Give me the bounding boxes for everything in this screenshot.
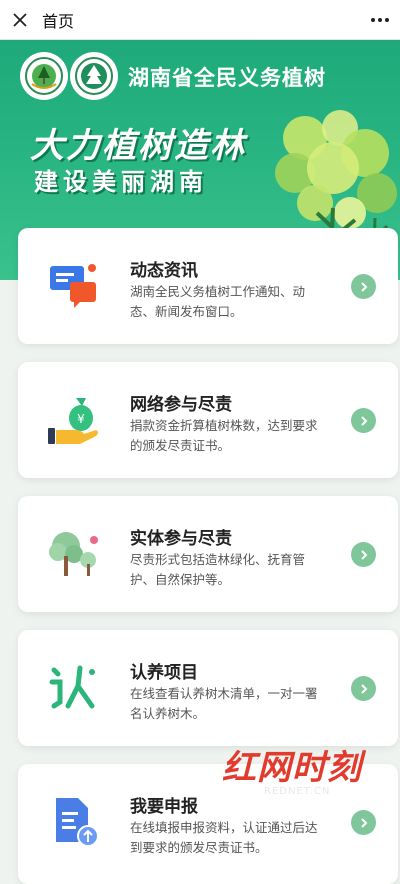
- card-title: 我要申报: [130, 797, 198, 817]
- forestry-logo: [22, 54, 66, 98]
- chevron-right-icon[interactable]: [351, 274, 376, 299]
- top-bar: 首页: [0, 0, 400, 40]
- watermark-text: 红网时刻: [222, 748, 362, 788]
- card-title: 动态资讯: [130, 261, 198, 281]
- svg-text:¥: ¥: [77, 412, 85, 426]
- chevron-right-icon[interactable]: [351, 676, 376, 701]
- trees-icon: [44, 524, 104, 584]
- adopt-character-icon: [44, 658, 104, 718]
- page-title: 首页: [42, 11, 75, 31]
- card-desc: 尽责形式包括造林绿化、抚育管护、自然保护等。: [130, 552, 306, 587]
- card-desc: 捐款资金折算植树株数，达到要求的颁发尽责证书。: [130, 418, 318, 453]
- watermark-sub: REDNET.CN: [264, 786, 331, 797]
- card-desc: 湖南全民义务植树工作通知、动态、新闻发布窗口。: [130, 284, 306, 319]
- money-bag-hand-icon: ¥: [44, 390, 104, 450]
- card-adoption-project[interactable]: 认养项目 在线查看认养树木清单，一对一署名认养树木。: [18, 630, 398, 746]
- chat-bubbles-icon: [44, 256, 104, 316]
- document-upload-icon: [44, 792, 104, 852]
- card-title: 实体参与尽责: [130, 529, 232, 549]
- card-news[interactable]: 动态资讯 湖南全民义务植树工作通知、动态、新闻发布窗口。: [18, 228, 398, 344]
- slogan-line2: 建设美丽湖南: [34, 168, 208, 196]
- card-online-participation[interactable]: ¥ 网络参与尽责 捐款资金折算植树株数，达到要求的颁发尽责证书。: [18, 362, 398, 478]
- card-physical-participation[interactable]: 实体参与尽责 尽责形式包括造林绿化、抚育管护、自然保护等。: [18, 496, 398, 612]
- chevron-right-icon[interactable]: [351, 542, 376, 567]
- slogan-line1: 大力植树造林: [30, 126, 246, 166]
- more-icon[interactable]: [368, 10, 392, 30]
- tree-planting-logo: [72, 54, 116, 98]
- card-title: 网络参与尽责: [130, 395, 232, 415]
- chevron-right-icon[interactable]: [351, 408, 376, 433]
- logo-group: [22, 54, 116, 98]
- card-title: 认养项目: [130, 663, 198, 683]
- card-desc: 在线填报申报资料，认证通过后达到要求的颁发尽责证书。: [130, 820, 318, 855]
- card-desc: 在线查看认养树木清单，一对一署名认养树木。: [130, 686, 318, 721]
- close-icon[interactable]: [0, 0, 40, 40]
- chevron-right-icon[interactable]: [351, 810, 376, 835]
- org-title: 湖南省全民义务植树: [128, 66, 326, 90]
- watermark: 红网时刻 REDNET.CN: [222, 740, 382, 800]
